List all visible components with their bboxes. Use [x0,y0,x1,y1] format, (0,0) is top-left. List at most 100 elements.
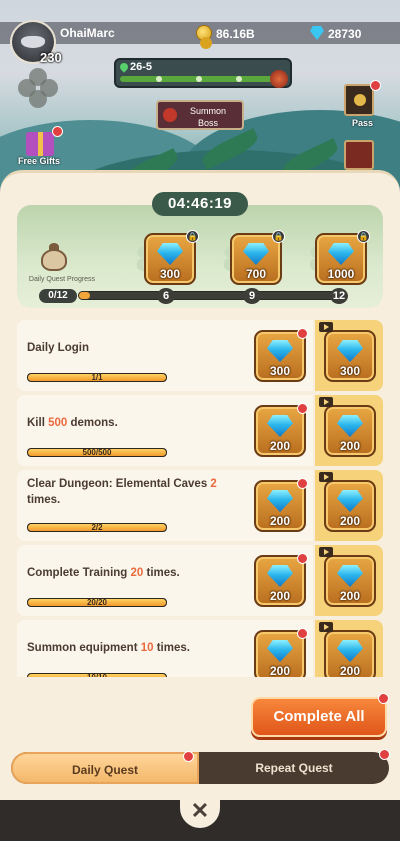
gem-icon [243,243,269,265]
gem-icon [267,340,293,362]
daily-progress-label: Daily Quest Progress [28,276,96,283]
player-name: OhaiMarc [60,26,115,40]
claim-reward-button[interactable]: 200 [245,395,313,466]
tab-repeat-quest-label: Repeat Quest [255,761,333,775]
gem-icon [267,415,293,437]
quest-info: Kill 500 demons. 500/500 [17,395,245,466]
notification-dot [297,628,308,639]
ad-reward-tile: 200 [324,555,376,607]
pass-label: Pass [352,118,374,128]
claim-reward-button[interactable]: 200 [245,545,313,616]
video-ad-icon [319,322,333,332]
quest-title-text: Summon equipment [27,642,141,654]
complete-all-label: Complete All [273,708,365,725]
reward-amount: 300 [269,364,291,378]
quest-row: Complete Training 20 times. 20/20 200 200 [17,545,383,616]
milestone-count: 12 [330,288,348,304]
quest-row: Daily Login 1/1 300 300 [17,320,383,391]
quest-progress-bar: 20/20 [27,598,167,607]
quest-title-text: Complete Training [27,567,131,579]
reward-tile: 200 [254,553,308,607]
quest-target: 2 [210,478,217,490]
quest-target: 500 [48,417,68,429]
claim-reward-button[interactable]: 300 [245,320,313,391]
quest-progress-text: 500/500 [82,448,112,457]
quest-title: Complete Training 20 times. [27,565,241,581]
quest-progress-text: 1/1 [91,373,103,382]
quest-info: Clear Dungeon: Elemental Caves 2 times. 2… [17,470,245,541]
gem-amount: 28730 [328,27,362,41]
notification-dot [297,328,308,339]
clover-icon[interactable] [18,68,58,108]
milestone-chest[interactable]: 1000 🔒 [315,230,370,285]
ad-reward-amount: 200 [339,589,361,603]
summon-boss-button[interactable]: Summon Boss [156,100,244,130]
ad-reward-button[interactable]: 300 [315,320,383,391]
quest-title-text: Daily Login [27,342,89,354]
gold-amount: 86.16B [216,27,255,41]
milestone-count: 9 [243,288,261,304]
ad-reward-button[interactable]: 200 [315,620,383,677]
gold-coin-stack-icon [200,37,212,49]
ad-reward-tile: 200 [324,480,376,532]
reward-amount: 200 [269,439,291,453]
gem-icon [337,490,363,512]
quest-progress-text: 20/20 [86,598,108,607]
close-icon: ✕ [190,798,210,823]
quest-title: Daily Login [27,340,241,356]
summon-boss-label-1: Summon [189,106,226,116]
quest-title-suffix: demons. [67,417,118,429]
gem-icon [267,565,293,587]
video-ad-icon [319,547,333,557]
complete-all-button[interactable]: Complete All [251,693,389,737]
ad-reward-amount: 200 [339,439,361,453]
quest-progress-text: 2/2 [91,523,103,532]
quest-bag-icon [39,243,71,271]
quest-title: Summon equipment 10 times. [27,640,241,656]
gem-icon [337,415,363,437]
ad-reward-button[interactable]: 200 [315,545,383,616]
tab-daily-quest[interactable]: Daily Quest [11,751,199,784]
video-ad-icon [319,397,333,407]
notification-dot [297,478,308,489]
gem-icon [267,490,293,512]
tab-daily-quest-label: Daily Quest [71,763,139,777]
quest-title-suffix: times. [153,642,190,654]
reward-tile: 200 [254,628,308,677]
milestone-chest[interactable]: 300 🔒 [144,230,199,285]
quest-info: Daily Login 1/1 [17,320,245,391]
quest-list[interactable]: Daily Login 1/1 300 300 Kill 500 demons. 500/… [17,320,383,677]
quest-target: 10 [140,642,154,654]
helmet-icon [21,36,45,48]
claim-reward-button[interactable]: 200 [245,620,313,677]
quest-progress-text: 10/10 [28,673,166,677]
quest-title-suffix: times. [27,494,61,506]
lock-icon: 🔒 [186,230,199,243]
reward-amount: 200 [269,589,291,603]
quest-tabs: Daily Quest Repeat Quest [11,749,390,784]
ad-reward-button[interactable]: 200 [315,470,383,541]
gem-icon [337,640,363,662]
stage-progress[interactable]: 26-5 [114,58,292,88]
daily-progress-count: 0/12 [39,289,77,303]
gem-icon [157,243,183,265]
quest-info: Summon equipment 10 times. 10/10 [17,620,245,677]
demon-icon [163,108,177,122]
lock-icon: 🔒 [272,230,285,243]
milestone-chest[interactable]: 700 🔒 [230,230,285,285]
claim-reward-button[interactable]: 200 [245,470,313,541]
daily-progress-fill [79,292,90,299]
ad-reward-tile: 200 [324,630,376,677]
quest-title-text: Kill [27,417,49,429]
pass-button[interactable]: Pass [340,80,381,128]
free-gifts-label: Free Gifts [18,156,61,166]
ad-reward-tile: 200 [324,405,376,457]
quest-row: Kill 500 demons. 500/500 200 200 [17,395,383,466]
ad-reward-button[interactable]: 200 [315,395,383,466]
ad-reward-amount: 300 [339,364,361,378]
tab-repeat-quest[interactable]: Repeat Quest [199,749,390,784]
gem-icon [337,340,363,362]
book-icon[interactable] [344,140,374,170]
notification-dot [183,751,194,762]
free-gifts-button[interactable]: Free Gifts [18,126,63,166]
